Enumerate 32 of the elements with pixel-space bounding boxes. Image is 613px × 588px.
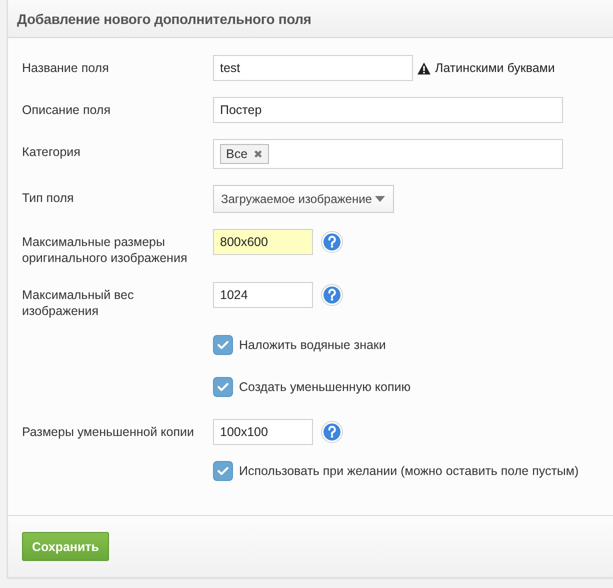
checkbox[interactable] [213,461,233,481]
field-label: Описание поля [22,102,112,118]
field-label: Тип поля [22,190,75,206]
checkbox-label: Наложить водяные знаки [239,338,386,352]
input-field[interactable]: 1024 [213,282,313,308]
tag-input-field[interactable]: Все ✖ [213,139,563,169]
help-icon[interactable] [321,284,343,306]
check-icon [217,382,229,392]
remove-tag-button[interactable]: ✖ [254,148,263,160]
checkbox-label: Создать уменьшенную копию [239,380,411,394]
field-label: Категория [22,144,82,160]
field-label: Максимальный вес изображения [22,287,135,319]
field-label: Название поля [22,60,110,76]
checkbox[interactable] [213,335,233,355]
check-icon [217,466,229,476]
warning-icon [417,62,431,74]
input-field[interactable]: 800x600 [213,229,313,255]
hint-text: Латинскими буквами [435,61,555,75]
input-field[interactable]: test [213,55,413,81]
caret-icon [375,196,385,202]
type-dropdown[interactable]: Загружаемое изображение [213,185,394,213]
input-field[interactable]: Постер [213,97,563,123]
field-label: Размеры уменьшенной копии [22,424,195,440]
help-icon[interactable] [321,421,343,443]
tag-label: Все [226,147,248,161]
help-icon[interactable] [321,231,343,253]
field-label: Максимальные размеры оригинального изображения [22,234,188,266]
input-field[interactable]: 100x100 [213,419,313,445]
panel-title: Добавление нового дополнительного поля [17,11,312,27]
checkbox[interactable] [213,377,233,397]
checkbox-label: Использовать при желании (можно оставить поле пустым) [239,464,579,478]
check-icon [217,340,229,350]
